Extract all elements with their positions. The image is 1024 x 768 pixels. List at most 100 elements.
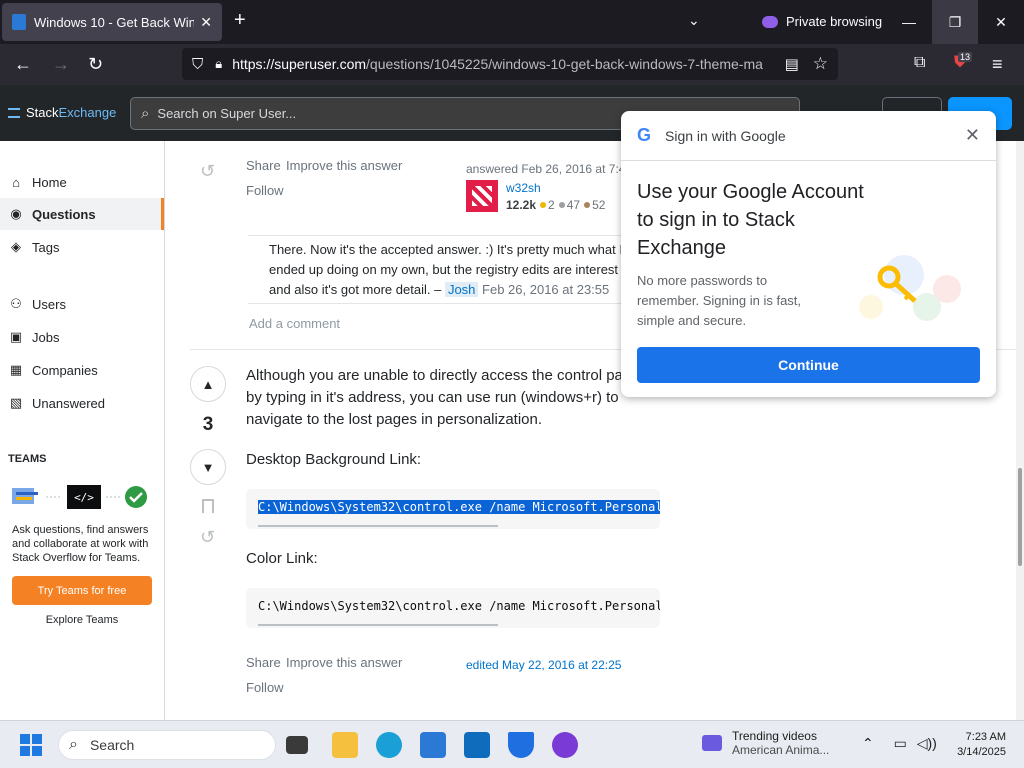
search-icon: ⌕ [69, 736, 78, 753]
code-block[interactable]: C:\Windows\System32\control.exe /name Mi… [246, 489, 660, 529]
upvote-button[interactable]: ▲ [190, 366, 226, 402]
new-tab-plus-icon[interactable]: + [234, 9, 246, 32]
stackexchange-logo-icon [8, 107, 20, 118]
taskbar-clock[interactable]: 7:23 AM 3/14/2025 [944, 730, 1006, 760]
sidebar-item-unanswered[interactable]: ▧ Unanswered [0, 387, 164, 419]
sidebar-item-tags[interactable]: ◈ Tags [0, 231, 164, 263]
downvote-arrow-icon: ▼ [201, 459, 215, 475]
tag-icon: ◈ [11, 239, 21, 254]
add-comment-link[interactable]: Add a comment [249, 316, 340, 331]
code-scrollbar[interactable] [258, 525, 498, 527]
task-view-icon[interactable] [286, 736, 308, 754]
improve-answer-link[interactable]: Improve this answer [286, 158, 402, 173]
network-icon[interactable]: ▭ [894, 735, 907, 751]
improve-answer-link[interactable]: Improve this answer [286, 655, 402, 670]
edge-browser-icon[interactable] [376, 732, 402, 758]
gold-badge-icon [540, 202, 547, 208]
reader-view-icon[interactable]: ▤ [785, 55, 799, 73]
try-teams-button[interactable]: Try Teams for free [12, 576, 152, 605]
superuser-favicon-icon [12, 14, 26, 30]
unanswered-icon: ▧ [9, 395, 23, 410]
user-avatar[interactable] [466, 180, 498, 212]
url-bar[interactable]: ⛉ 🔒︎ https://superuser.com/questions/104… [182, 48, 838, 80]
list-tabs-chevron-icon[interactable]: ⌄ [688, 12, 700, 29]
microsoft-store-icon[interactable] [420, 732, 446, 758]
building-icon: ▦ [9, 362, 23, 377]
system-tray[interactable]: ⌃ ▭ ◁)) [862, 735, 937, 752]
back-arrow-icon[interactable]: ← [14, 54, 32, 75]
google-logo-icon: G [637, 125, 652, 145]
follow-link[interactable]: Follow [246, 680, 284, 695]
extension-badge: 13 [958, 52, 973, 62]
answer-label: Color Link: [246, 550, 318, 567]
tab-title: Windows 10 - Get Back Window [34, 14, 195, 30]
menu-hamburger-icon[interactable]: ≡ [992, 54, 1003, 75]
comment-divider [248, 235, 648, 236]
upvote-arrow-icon: ▲ [201, 376, 215, 392]
users-icon: ⚇ [10, 296, 22, 311]
sidebar-item-jobs[interactable]: ▣ Jobs [0, 321, 164, 353]
close-window-icon[interactable]: ✕ [978, 0, 1024, 44]
vote-score: 3 [202, 414, 214, 435]
video-icon [702, 735, 722, 751]
sidebar-item-companies[interactable]: ▦ Companies [0, 354, 164, 386]
firefox-private-icon[interactable] [552, 732, 578, 758]
private-mask-icon [762, 15, 778, 28]
windows-start-icon[interactable] [20, 734, 42, 756]
url-text[interactable]: https://superuser.com/questions/1045225/… [232, 56, 784, 72]
user-name-link[interactable]: w32sh [506, 181, 541, 195]
briefcase-icon: ▣ [9, 329, 23, 344]
restore-window-icon[interactable]: ❐ [932, 0, 978, 44]
close-tab-icon[interactable]: ✕ [200, 14, 212, 31]
minimize-window-icon[interactable]: — [886, 0, 932, 44]
browser-tab[interactable]: Windows 10 - Get Back Window ✕ [2, 3, 222, 41]
extensions-puzzle-icon[interactable]: ⧉ [914, 54, 925, 72]
continue-button[interactable]: Continue [637, 347, 980, 383]
outlook-icon[interactable] [464, 732, 490, 758]
private-browsing-indicator: Private browsing [762, 14, 882, 29]
history-icon[interactable]: ↺ [200, 527, 215, 548]
globe-icon: ◉ [10, 206, 22, 221]
stackexchange-logo[interactable]: Stack Exchange [8, 105, 116, 120]
taskbar-search[interactable]: ⌕ Search [58, 730, 276, 760]
show-hidden-icons-chevron-icon[interactable]: ⌃ [862, 735, 874, 751]
defender-shield-icon[interactable] [508, 732, 534, 758]
explore-teams-link[interactable]: Explore Teams [12, 614, 152, 626]
sidebar-item-questions[interactable]: ◉ Questions [0, 198, 164, 230]
file-explorer-icon[interactable] [332, 732, 358, 758]
sidebar-item-home[interactable]: ⌂ Home [0, 166, 164, 198]
tracking-shield-icon[interactable]: ⛉ [192, 56, 203, 73]
bookmark-icon[interactable] [202, 499, 214, 513]
left-sidebar: ⌂ Home ◉ Questions ◈ Tags ⚇ Users ▣ Jobs ▦ Com… [0, 141, 165, 720]
share-link[interactable]: Share [246, 158, 281, 173]
page-scrollbar-thumb[interactable] [1018, 468, 1022, 566]
bookmark-star-icon[interactable]: ☆ [813, 54, 828, 74]
sidebar-item-users[interactable]: ⚇ Users [0, 288, 164, 320]
answer-paragraph: Although you are unable to directly acce… [246, 367, 661, 428]
downvote-button[interactable]: ▼ [190, 449, 226, 485]
answered-timestamp: answered Feb 26, 2016 at 7:4 [466, 162, 626, 176]
edited-timestamp-link[interactable]: edited May 22, 2016 at 22:25 [466, 658, 621, 672]
reload-icon[interactable]: ↻ [88, 54, 103, 75]
page-scrollbar[interactable] [1016, 141, 1024, 720]
close-popup-icon[interactable]: ✕ [965, 125, 980, 146]
comment-date: Feb 26, 2016 at 23:55 [482, 282, 610, 297]
key-illustration-icon [859, 255, 961, 321]
lock-icon[interactable]: 🔒︎ [215, 56, 222, 72]
svg-text:</>: </> [74, 491, 94, 504]
share-link[interactable]: Share [246, 655, 281, 670]
comment-user-link[interactable]: Josh [444, 282, 479, 297]
teams-heading: TEAMS [8, 453, 47, 465]
comment: There. Now it's the accepted answer. :) … [269, 242, 623, 297]
answer-label: Desktop Background Link: [246, 451, 422, 468]
google-popup-title: Use your Google Account to sign in to St… [637, 181, 864, 259]
code-scrollbar[interactable] [258, 624, 498, 626]
volume-icon[interactable]: ◁)) [917, 735, 937, 751]
teams-description: Ask questions, find answers and collabor… [12, 524, 149, 564]
follow-link[interactable]: Follow [246, 183, 284, 198]
forward-arrow-icon[interactable]: → [52, 54, 70, 75]
history-icon[interactable]: ↺ [200, 161, 215, 182]
trending-videos-widget[interactable]: Trending videos American Anima... [702, 729, 829, 757]
code-block[interactable]: C:\Windows\System32\control.exe /name Mi… [246, 588, 660, 628]
teams-illustration: </> [12, 485, 147, 509]
